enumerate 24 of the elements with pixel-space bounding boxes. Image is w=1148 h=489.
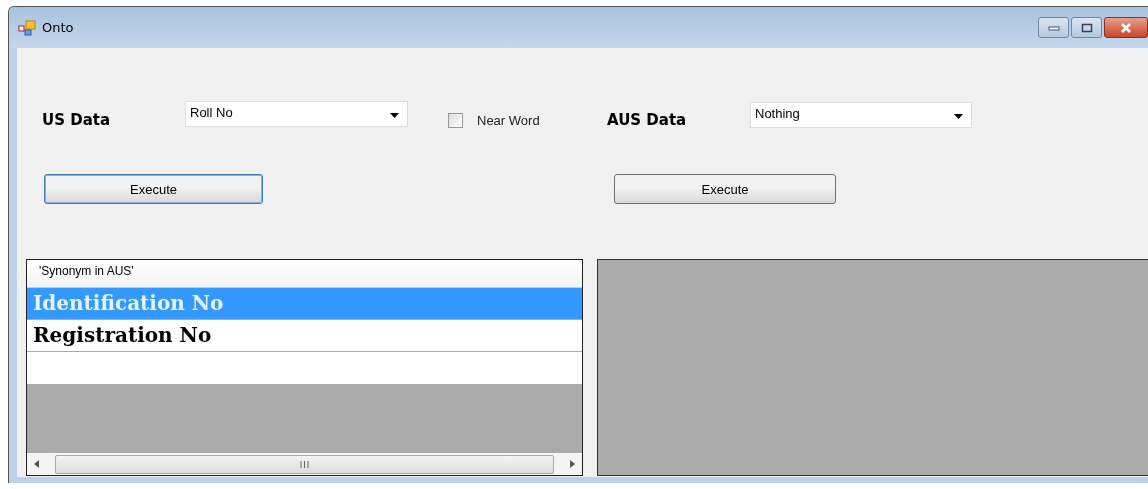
us-data-label: US Data	[42, 111, 112, 129]
minimize-icon	[1047, 24, 1060, 31]
window-title: Onto	[42, 20, 74, 35]
scroll-left-icon[interactable]	[33, 460, 41, 468]
execute-button[interactable]: Execute	[44, 174, 263, 204]
grip-icon	[300, 460, 309, 468]
close-icon	[1119, 21, 1133, 34]
caret-icon	[954, 114, 963, 119]
app-icon	[18, 19, 36, 36]
horizontal-scrollbar[interactable]	[27, 453, 582, 475]
column-header[interactable]: 'Synonym in AUS'	[27, 260, 582, 288]
scrollbar-thumb[interactable]	[55, 454, 554, 474]
near-word-label: Near Word	[477, 112, 541, 128]
caret-icon	[390, 113, 399, 118]
grid-row[interactable]: Registration No	[27, 320, 582, 352]
maximize-button[interactable]	[1071, 17, 1102, 38]
near-word-checkbox[interactable]	[448, 112, 463, 128]
us-data-dropdown[interactable]: Roll No	[185, 101, 408, 127]
maximize-icon	[1080, 22, 1093, 33]
scroll-right-icon[interactable]	[568, 460, 576, 468]
aus-data-dropdown[interactable]: Nothing	[750, 102, 972, 128]
execute-button[interactable]: Execute	[614, 174, 836, 204]
close-button[interactable]	[1104, 17, 1148, 38]
aus-data-label: AUS Data	[607, 111, 688, 129]
